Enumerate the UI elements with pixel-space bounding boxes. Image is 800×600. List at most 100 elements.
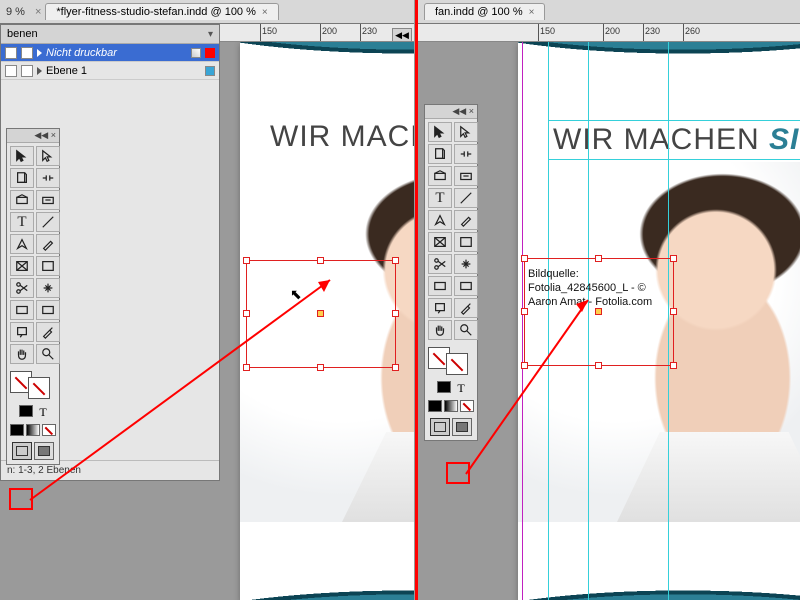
design-curve [518,42,800,122]
eyedropper-tool-icon[interactable] [36,322,60,342]
visibility-icon[interactable] [5,47,17,59]
pencil-tool-icon[interactable] [454,210,478,230]
type-tool-icon[interactable]: T [428,188,452,208]
preview-view-mode-icon[interactable] [452,418,472,436]
formatting-container-icon[interactable] [437,381,451,393]
pen-tool-icon[interactable] [10,234,34,254]
scissors-tool-icon[interactable] [10,278,34,298]
document-tabbar: fan.indd @ 100 % × [418,0,800,24]
page-tool-icon[interactable] [10,168,34,188]
stroke-swatch[interactable] [28,377,50,399]
palette-collapse-icon[interactable]: ◀◀ × [7,129,59,143]
gradient-feather-tool-icon[interactable] [36,300,60,320]
gradient-feather-tool-icon[interactable] [454,276,478,296]
selection-tool-icon[interactable] [10,146,34,166]
layer-row[interactable]: Ebene 1 [1,62,219,80]
free-transform-tool-icon[interactable] [454,254,478,274]
rectangle-frame-tool-icon[interactable] [10,256,34,276]
content-placer-icon[interactable] [454,166,478,186]
apply-none-icon[interactable] [460,400,474,412]
line-tool-icon[interactable] [36,212,60,232]
horizontal-ruler[interactable]: 150 200 230 260 [418,24,800,42]
margin-guide[interactable] [522,42,523,600]
formatting-text-icon[interactable]: T [39,405,46,420]
zoom-tool-icon[interactable] [36,344,60,364]
content-collector-icon[interactable] [428,166,452,186]
layer-row[interactable]: Nicht druckbar [1,44,219,62]
tool-palette: ◀◀ × T [6,128,60,465]
stroke-swatch[interactable] [446,353,468,375]
page-tool-icon[interactable] [428,144,452,164]
pen-tool-icon[interactable] [428,210,452,230]
headline-accent: SIE FIT! [769,123,800,156]
disclosure-icon[interactable] [37,49,42,57]
tool-palette: ◀◀ × T [424,104,478,441]
rectangle-frame-tool-icon[interactable] [428,232,452,252]
headline-frame[interactable]: WIR MACHEN SIE FIT! [548,120,800,160]
document-tab[interactable]: fan.indd @ 100 % × [424,3,545,20]
design-curve [240,522,414,600]
gradient-swatch-tool-icon[interactable] [428,276,452,296]
direct-selection-tool-icon[interactable] [454,122,478,142]
selected-frame[interactable] [246,260,396,368]
rectangle-tool-icon[interactable] [36,256,60,276]
hand-tool-icon[interactable] [10,344,34,364]
close-icon[interactable]: × [529,7,535,18]
content-collector-icon[interactable] [10,190,34,210]
line-tool-icon[interactable] [454,188,478,208]
right-screenshot: fan.indd @ 100 % × 150 200 230 260 ◀◀ × … [418,0,800,600]
layer-color-swatch [205,66,215,76]
layers-panel-header[interactable]: benen ▾ [1,25,219,44]
gap-tool-icon[interactable] [36,168,60,188]
apply-color-icon[interactable] [428,400,442,412]
normal-view-mode-icon[interactable] [12,442,32,460]
formatting-container-icon[interactable] [19,405,33,417]
zoom-tool-icon[interactable] [454,320,478,340]
close-icon[interactable]: × [31,6,45,18]
preview-view-mode-icon[interactable] [34,442,54,460]
selection-tool-icon[interactable] [428,122,452,142]
document-tab-title: *flyer-fitness-studio-stefan.indd @ 100 … [56,6,255,18]
apply-gradient-icon[interactable] [444,400,458,412]
type-tool-icon[interactable]: T [10,212,34,232]
direct-selection-tool-icon[interactable] [36,146,60,166]
layer-label: Ebene 1 [46,65,87,77]
disclosure-icon[interactable] [37,67,42,75]
rectangle-tool-icon[interactable] [454,232,478,252]
gap-tool-icon[interactable] [454,144,478,164]
free-transform-tool-icon[interactable] [36,278,60,298]
document-tab[interactable]: *flyer-fitness-studio-stefan.indd @ 100 … [45,3,278,20]
design-curve [518,522,800,600]
pencil-tool-icon[interactable] [36,234,60,254]
panel-menu-icon[interactable]: ▾ [208,29,213,40]
gradient-swatch-tool-icon[interactable] [10,300,34,320]
headline-text: WIR MACHEN [553,123,769,156]
hand-tool-icon[interactable] [428,320,452,340]
palette-collapse-icon[interactable]: ◀◀ × [425,105,477,119]
left-screenshot: 9 % × *flyer-fitness-studio-stefan.indd … [0,0,414,600]
cursor-icon: ⬉ [290,286,302,303]
content-placer-icon[interactable] [36,190,60,210]
eyedropper-tool-icon[interactable] [454,298,478,318]
apply-none-icon[interactable] [42,424,56,436]
note-tool-icon[interactable] [428,298,452,318]
scissors-tool-icon[interactable] [428,254,452,274]
layer-color-swatch [205,48,215,58]
image-credit-text: Bildquelle: Fotolia_42845600_L - © Aaron… [528,267,652,309]
zoom-fragment: 9 % [6,6,31,18]
visibility-icon[interactable] [5,65,17,77]
document-tab-title: fan.indd @ 100 % [435,6,523,18]
layer-label: Nicht druckbar [46,47,117,59]
lock-icon[interactable] [21,65,33,77]
apply-color-icon[interactable] [10,424,24,436]
headline-text: WIR MACHE [270,120,414,154]
close-icon[interactable]: × [262,7,268,18]
formatting-text-icon[interactable]: T [457,381,464,396]
apply-gradient-icon[interactable] [26,424,40,436]
panel-collapse-icon[interactable]: ◀◀ [392,28,412,42]
normal-view-mode-icon[interactable] [430,418,450,436]
pen-target-icon[interactable] [191,48,201,58]
note-tool-icon[interactable] [10,322,34,342]
lock-icon[interactable] [21,47,33,59]
design-curve [240,42,414,122]
